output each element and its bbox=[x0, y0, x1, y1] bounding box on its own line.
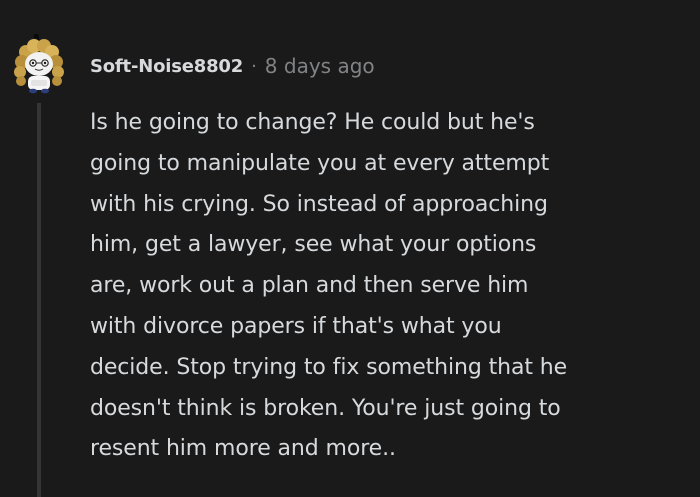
comment-body-line: resent him more and more.. bbox=[90, 436, 396, 462]
comment: Soft-Noise8802 · 8 days ago Is he going … bbox=[0, 0, 700, 497]
user-avatar[interactable] bbox=[12, 33, 66, 94]
username-link[interactable]: Soft-Noise8802 bbox=[90, 56, 243, 77]
thread-collapse-line[interactable] bbox=[37, 103, 41, 497]
comment-body-line: with divorce papers if that's what you bbox=[90, 313, 502, 339]
comment-body-line: are, work out a plan and then serve him bbox=[90, 273, 529, 299]
comment-body-line: Is he going to change? He could but he's bbox=[90, 110, 535, 135]
comment-body-line: going to manipulate you at every attempt bbox=[90, 150, 550, 176]
comment-body-line: him, get a lawyer, see what your options bbox=[90, 232, 537, 258]
comment-body-line: doesn't think is broken. You're just goi… bbox=[90, 395, 561, 421]
comment-body: Is he going to change? He could but he's… bbox=[90, 103, 670, 470]
comment-body-line: with his crying. So instead of approachi… bbox=[90, 191, 548, 217]
timestamp[interactable]: 8 days ago bbox=[265, 54, 375, 78]
snoo-avatar-icon bbox=[14, 33, 64, 94]
separator-dot: · bbox=[251, 55, 257, 77]
comment-header: Soft-Noise8802 · 8 days ago bbox=[90, 50, 375, 82]
comment-body-line: decide. Stop trying to fix something tha… bbox=[90, 354, 568, 380]
